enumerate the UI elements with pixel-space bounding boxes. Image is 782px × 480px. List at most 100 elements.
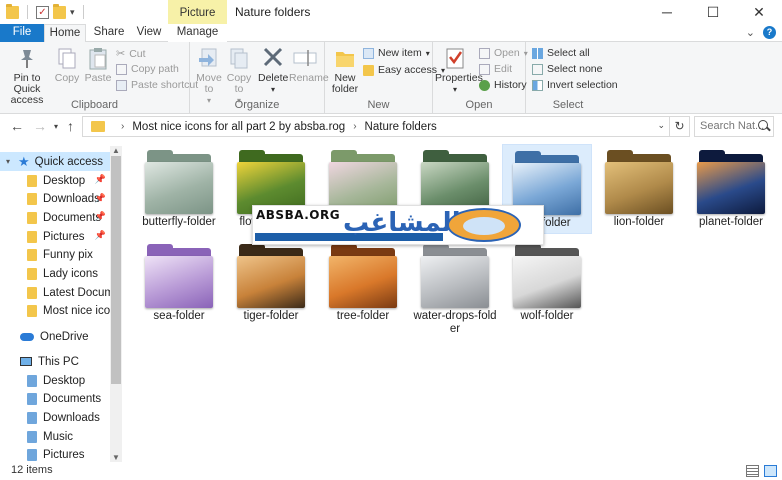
nav-pc-item[interactable]: Pictures	[0, 446, 110, 462]
qat-dropdown-icon[interactable]: ▾	[70, 7, 75, 18]
picture-tools-header: Picture Tools	[168, 0, 227, 45]
folder-icon	[27, 374, 37, 387]
select-none-button[interactable]: Select none	[532, 63, 602, 75]
select-all-button[interactable]: Select all	[532, 47, 590, 59]
new-item-button[interactable]: New item ▾	[363, 47, 430, 59]
scroll-up-icon[interactable]: ▲	[112, 146, 120, 155]
copy-button[interactable]: Copy	[53, 46, 81, 84]
tab-manage[interactable]: Manage	[168, 24, 227, 42]
folder-item[interactable]: lion-folder	[594, 144, 684, 234]
folder-thumbnail-icon	[513, 244, 581, 308]
nav-onedrive[interactable]: OneDrive	[0, 327, 110, 346]
paste-shortcut-button[interactable]: Paste shortcut	[116, 79, 198, 91]
up-arrow-icon[interactable]: ↑	[67, 118, 74, 134]
folder-icon	[27, 174, 37, 187]
copy-path-button[interactable]: Copy path	[116, 63, 179, 75]
chevron-down-icon[interactable]: ▾	[6, 157, 10, 166]
folder-icon	[6, 3, 19, 19]
nav-quick-access[interactable]: ▾ ★ Quick access	[0, 152, 110, 171]
nav-pc-item[interactable]: Desktop	[0, 371, 110, 390]
nav-pc-item[interactable]: Downloads	[0, 408, 110, 427]
delete-button[interactable]: Delete ▾	[258, 46, 288, 95]
folder-icon	[27, 230, 37, 243]
minimize-button[interactable]: ─	[644, 0, 690, 24]
copy-to-button[interactable]: Copy to ▾	[224, 46, 254, 106]
select-group: Select all Select none Invert selection …	[526, 42, 618, 114]
folder-item[interactable]: butterfly-folder	[134, 144, 224, 234]
breadcrumb-current[interactable]: Nature folders	[365, 121, 437, 133]
folder-item[interactable]: wolf-folder	[502, 238, 592, 328]
folder-icon	[27, 286, 37, 299]
move-to-icon	[196, 46, 222, 70]
open-button[interactable]: Open ▾	[479, 47, 528, 59]
nav-quick-item[interactable]: Desktop 📌	[0, 171, 110, 190]
details-view-icon[interactable]	[746, 465, 759, 477]
recent-dropdown-icon[interactable]: ▾	[54, 122, 58, 131]
nav-quick-item[interactable]: Downloads 📌	[0, 190, 110, 209]
breadcrumb-separator-icon[interactable]: ›	[353, 121, 356, 132]
copy-to-icon	[226, 46, 252, 70]
nav-quick-item[interactable]: Pictures 📌	[0, 227, 110, 246]
back-arrow-icon[interactable]: ←	[10, 118, 24, 134]
nav-quick-item[interactable]: Latest Documents	[0, 283, 110, 302]
title-bar: ✓ ▾ Picture Tools Nature folders ─ ☐ ✕	[0, 0, 782, 45]
folder-item-label: lion-folder	[613, 216, 665, 228]
folder-thumbnail-icon	[145, 150, 213, 214]
forward-arrow-icon[interactable]: →	[33, 118, 47, 134]
breadcrumb-separator-icon[interactable]: ›	[121, 121, 124, 132]
folder-thumbnail-icon	[421, 150, 489, 214]
folder-item-label: water-drops-folder	[413, 310, 497, 335]
folder-item[interactable]: sea-folder	[134, 238, 224, 328]
move-to-button[interactable]: Move to ▾	[194, 46, 224, 106]
close-button[interactable]: ✕	[736, 0, 782, 24]
nav-scrollbar[interactable]: ▲ ▼	[110, 146, 122, 462]
folder-thumbnail-icon	[237, 244, 305, 308]
tab-file[interactable]: File	[0, 24, 44, 42]
folder-item[interactable]: planet-folder	[686, 144, 776, 234]
history-button[interactable]: History	[479, 79, 527, 91]
large-icons-view-icon[interactable]	[764, 465, 777, 477]
computer-icon	[20, 357, 32, 366]
chevron-down-icon[interactable]: ⌄	[657, 120, 665, 131]
maximize-button[interactable]: ☐	[690, 0, 736, 24]
properties-icon	[442, 46, 468, 70]
chevron-down-icon[interactable]: ⌄	[746, 26, 755, 39]
new-folder-button[interactable]: New folder	[329, 46, 361, 95]
breadcrumb-parent[interactable]: Most nice icons for all part 2 by absba.…	[132, 121, 345, 133]
scroll-down-icon[interactable]: ▼	[112, 453, 120, 462]
address-bar[interactable]: › Most nice icons for all part 2 by absb…	[82, 116, 670, 137]
scroll-thumb[interactable]	[111, 156, 121, 384]
folder-item[interactable]: tiger-folder	[226, 238, 316, 328]
help-icon[interactable]: ?	[763, 26, 776, 39]
search-icon	[758, 120, 768, 130]
folder-item[interactable]: water-drops-folder	[410, 238, 500, 335]
item-count: 12 items	[11, 464, 53, 476]
rename-button[interactable]: Rename	[289, 46, 329, 84]
paste-shortcut-icon	[116, 79, 127, 91]
tab-view[interactable]: View	[133, 24, 165, 42]
invert-selection-button[interactable]: Invert selection	[532, 79, 618, 91]
new-folder-qat-icon[interactable]	[53, 3, 66, 19]
nav-pc-item[interactable]: Documents	[0, 390, 110, 409]
folder-item[interactable]: tree-folder	[318, 238, 408, 328]
properties-qat-icon[interactable]: ✓	[36, 5, 49, 19]
nav-quick-item[interactable]: Funny pix	[0, 246, 110, 265]
nav-quick-item[interactable]: Lady icons	[0, 265, 110, 284]
nav-quick-item[interactable]: Most nice icons for all part 2	[0, 302, 110, 321]
pin-quick-access-button[interactable]: Pin to Quick access	[4, 46, 50, 106]
search-input[interactable]: Search Nat...	[694, 116, 774, 137]
folder-item-label: tree-folder	[336, 310, 390, 322]
cut-button[interactable]: ✂ Cut	[116, 47, 146, 61]
properties-button[interactable]: Properties ▾	[435, 46, 483, 95]
tab-share[interactable]: Share	[92, 24, 126, 42]
organize-group-label: Organize	[234, 99, 280, 111]
tab-home[interactable]: Home	[44, 24, 86, 43]
nav-quick-item[interactable]: Documents 📌	[0, 208, 110, 227]
new-item-icon	[363, 47, 374, 59]
refresh-button[interactable]: ↻	[670, 116, 690, 137]
nav-pc-item[interactable]: Music	[0, 427, 110, 446]
edit-button[interactable]: Edit	[479, 63, 512, 75]
nav-this-pc[interactable]: This PC	[0, 352, 110, 371]
folder-item-label: sea-folder	[153, 310, 205, 322]
paste-button[interactable]: Paste	[84, 46, 112, 84]
